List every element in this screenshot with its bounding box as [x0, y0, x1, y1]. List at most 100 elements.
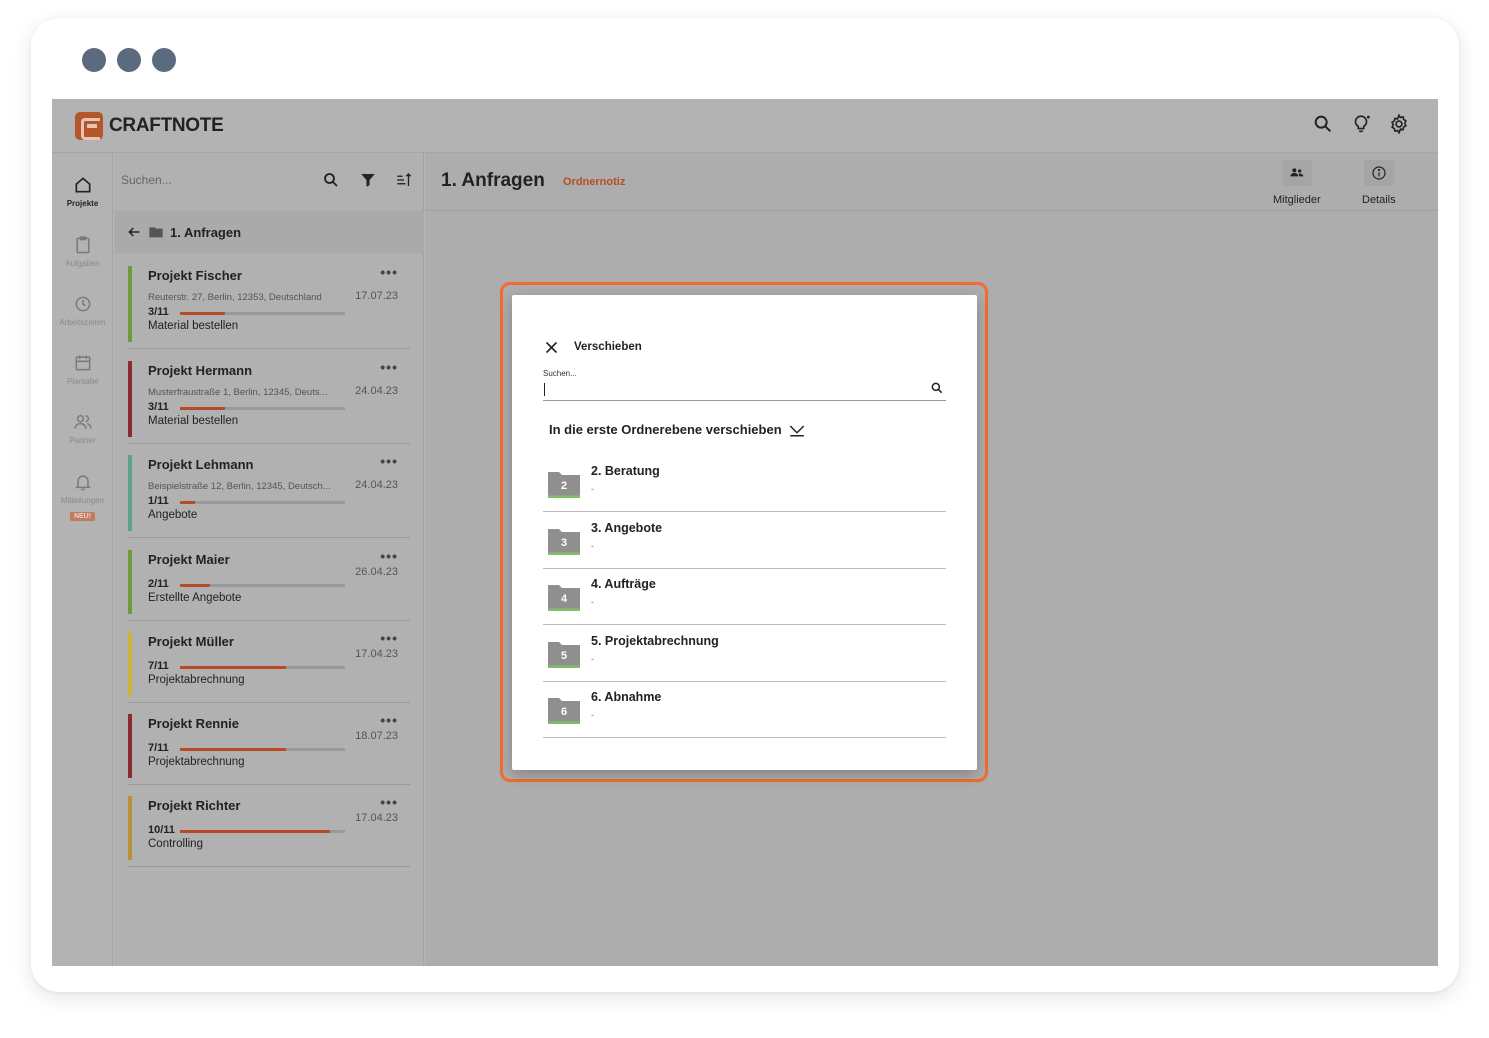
project-date: 24.04.23 — [355, 385, 398, 397]
folder-header[interactable]: 1. Anfragen — [114, 211, 424, 253]
project-status: Material bestellen — [148, 415, 239, 427]
clock-icon — [75, 296, 90, 312]
window-dot[interactable] — [152, 48, 176, 72]
move-down-icon — [789, 425, 804, 437]
folder-option[interactable]: 3 3. Angebote - — [543, 512, 946, 569]
back-arrow-icon[interactable] — [126, 224, 142, 240]
sidebar-item-plantafel[interactable]: Plantafel — [52, 353, 113, 386]
progress-fill — [180, 407, 225, 410]
sidebar-item-mitteilungen[interactable]: Mitteilungen NEU! — [52, 472, 113, 523]
folder-icon: 4 — [548, 585, 580, 611]
folder-icon: 3 — [548, 528, 580, 555]
folder-subtitle: - — [591, 597, 594, 607]
project-date: 17.04.23 — [355, 812, 398, 824]
filter-icon[interactable] — [359, 171, 377, 189]
sidebar-item-projekte[interactable]: Projekte — [52, 175, 113, 208]
folder-option[interactable]: 4 4. Aufträge - — [543, 568, 946, 625]
dialog-search-input[interactable] — [543, 381, 946, 401]
project-card[interactable]: Projekt Müller ••• 17.04.23 7/11 Projektabre… — [128, 624, 410, 703]
gear-icon[interactable] — [1388, 113, 1410, 135]
folder-icon — [149, 227, 163, 238]
folder-note-link[interactable]: Ordnernotiz — [563, 176, 625, 188]
project-name: Projekt Lehmann — [148, 457, 254, 472]
progress-bar — [180, 501, 345, 504]
status-color-bar — [128, 455, 132, 531]
sidebar-item-aufgaben[interactable]: Aufgaben — [52, 235, 113, 268]
main-header: 1. Anfragen Ordnernotiz Mitglieder Detai… — [425, 153, 1438, 211]
sidebar-item-label: Aufgaben — [65, 259, 100, 268]
members-icon — [1290, 168, 1304, 177]
sidebar-item-label: Projekte — [66, 199, 99, 208]
details-button[interactable]: Details — [1362, 160, 1396, 208]
project-date: 17.07.23 — [355, 290, 398, 302]
project-card[interactable]: Projekt Maier ••• 26.04.23 2/11 Erstellte An… — [128, 542, 410, 621]
folder-name: 6. Abnahme — [591, 690, 662, 704]
project-card[interactable]: Projekt Lehmann ••• 24.04.23 Beispielstraße… — [128, 447, 410, 538]
more-options-icon[interactable]: ••• — [380, 264, 398, 280]
text-cursor — [544, 383, 545, 396]
project-name: Projekt Richter — [148, 798, 241, 813]
folder-subtitle: - — [591, 653, 594, 664]
dialog-search-label: Suchen... — [543, 369, 577, 378]
project-search[interactable]: Suchen... — [119, 163, 419, 201]
progress-bar — [180, 584, 345, 587]
lightbulb-icon[interactable] — [1350, 113, 1372, 135]
progress-fill — [180, 584, 210, 587]
project-date: 24.04.23 — [355, 479, 398, 491]
more-options-icon[interactable]: ••• — [380, 630, 398, 646]
app-name: CRAFTNOTE — [109, 115, 224, 136]
more-options-icon[interactable]: ••• — [380, 548, 398, 564]
task-count: 7/11 — [148, 742, 169, 754]
task-count: 3/11 — [148, 306, 169, 318]
home-icon — [75, 177, 90, 193]
close-icon[interactable] — [544, 340, 559, 355]
project-card[interactable]: Projekt Fischer ••• 17.07.23 Reuterstr. 27,… — [128, 258, 410, 349]
sidebar-item-label: Arbeitszeiten — [59, 318, 106, 327]
progress-fill — [180, 748, 286, 751]
project-status: Projektabrechnung — [148, 674, 245, 686]
folder-number: 6 — [561, 706, 567, 718]
folder-subtitle: - — [591, 540, 594, 551]
bell-icon — [74, 475, 91, 491]
folder-name: 3. Angebote — [591, 520, 663, 535]
more-options-icon[interactable]: ••• — [380, 712, 398, 728]
topbar: CRAFTNOTE — [52, 99, 1438, 153]
folder-number: 4 — [561, 593, 568, 605]
sort-icon[interactable] — [395, 171, 413, 189]
progress-bar — [180, 312, 345, 315]
project-search-input[interactable]: Suchen... — [121, 173, 172, 187]
status-color-bar — [128, 632, 132, 696]
calendar-icon — [75, 355, 90, 371]
folder-name: 2. Beratung — [591, 464, 660, 478]
search-icon[interactable] — [1312, 113, 1334, 135]
folder-icon: 5 — [548, 641, 580, 668]
progress-fill — [180, 312, 225, 315]
move-to-first-level-button[interactable]: In die erste Ordnerebene verschieben — [549, 420, 806, 438]
project-date: 17.04.23 — [355, 648, 398, 660]
search-icon[interactable] — [322, 171, 340, 189]
project-address: Beispielstraße 12, Berlin, 12345, Deutsc… — [148, 481, 331, 492]
sidebar-item-partner[interactable]: Partner — [52, 412, 113, 445]
more-options-icon[interactable]: ••• — [380, 794, 398, 810]
project-card[interactable]: Projekt Richter ••• 17.04.23 10/11 Controlli… — [128, 788, 410, 867]
folder-number: 2 — [561, 480, 567, 492]
folder-option[interactable]: 6 6. Abnahme - — [543, 681, 946, 738]
sidebar-item-arbeitszeiten[interactable]: Arbeitszeiten — [52, 294, 113, 327]
project-name: Projekt Rennie — [148, 716, 240, 731]
folder-option[interactable]: 5 5. Projektabrechnung - — [543, 625, 946, 682]
progress-fill — [180, 501, 195, 504]
window-dot[interactable] — [117, 48, 141, 72]
search-icon[interactable] — [930, 381, 944, 395]
more-options-icon[interactable]: ••• — [380, 359, 398, 375]
craftnote-logo-icon — [75, 112, 103, 140]
members-button[interactable]: Mitglieder — [1273, 160, 1321, 208]
more-options-icon[interactable]: ••• — [380, 453, 398, 469]
folder-subtitle: - — [591, 484, 594, 494]
project-status: Controlling — [148, 838, 203, 850]
project-card[interactable]: Projekt Rennie ••• 18.07.23 7/11 Projektabre… — [128, 706, 410, 785]
project-card[interactable]: Projekt Hermann ••• 24.04.23 Musterfraustra… — [128, 353, 410, 444]
logo[interactable]: CRAFTNOTE — [75, 112, 224, 140]
page-title: 1. Anfragen — [441, 170, 545, 191]
folder-option[interactable]: 2 2. Beratung - — [543, 455, 946, 512]
window-dot[interactable] — [82, 48, 106, 72]
